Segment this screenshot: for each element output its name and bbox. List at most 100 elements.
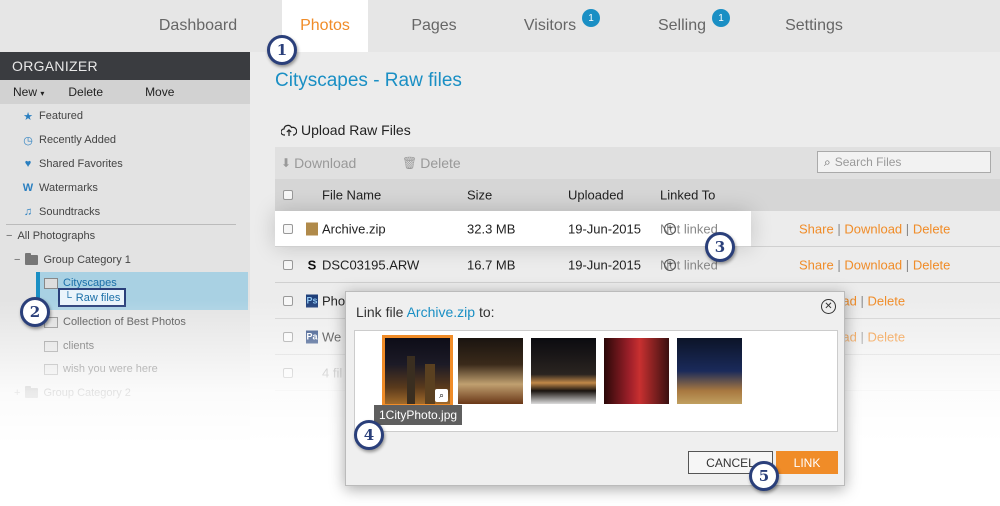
move-button[interactable]: Move bbox=[103, 85, 174, 99]
separator: | bbox=[837, 257, 841, 272]
sidebar-item-soundtracks[interactable]: ♫ Soundtracks bbox=[22, 206, 100, 218]
download-link[interactable]: Download bbox=[844, 221, 902, 236]
file-name[interactable]: Archive.zip bbox=[322, 221, 386, 236]
tree-item-wish-you-were-here[interactable]: wish you were here bbox=[44, 363, 158, 375]
trash-icon: 🗑 bbox=[402, 156, 418, 170]
music-icon: ♫ bbox=[23, 206, 33, 218]
separator: | bbox=[905, 221, 910, 236]
folder-icon bbox=[25, 386, 39, 398]
sidebar-item-shared-favorites[interactable]: ♥ Shared Favorites bbox=[22, 158, 123, 170]
sony-raw-icon: S bbox=[307, 257, 317, 272]
tree-item-raw-files[interactable]: └ Raw files bbox=[58, 288, 126, 307]
row-checkbox[interactable] bbox=[283, 367, 293, 378]
delete-button[interactable]: Delete bbox=[44, 85, 103, 99]
row-actions: Share | Download | Delete bbox=[799, 257, 950, 272]
file-size: 16.7 MB bbox=[467, 257, 516, 272]
table-row[interactable]: S DSC03195.ARW 16.7 MB 19-Jun-2015 Not l… bbox=[275, 247, 1000, 283]
file-size: 32.3 MB bbox=[467, 221, 516, 236]
tree-item-label: wish you were here bbox=[63, 363, 158, 375]
row-checkbox[interactable] bbox=[283, 259, 293, 270]
row-checkbox[interactable] bbox=[283, 331, 293, 342]
tree-item-label: clients bbox=[63, 340, 95, 352]
collapse-icon[interactable]: − bbox=[14, 254, 20, 266]
add-link-icon[interactable]: + bbox=[664, 222, 676, 235]
close-icon[interactable]: ✕ bbox=[821, 299, 836, 314]
photo-thumbnail[interactable] bbox=[458, 338, 523, 404]
row-actions: Share | Download | Delete bbox=[799, 221, 950, 236]
row-checkbox[interactable] bbox=[283, 295, 293, 306]
column-uploaded[interactable]: Uploaded bbox=[568, 188, 624, 203]
folder-icon bbox=[25, 253, 39, 265]
sidebar-item-label: Recently Added bbox=[39, 134, 117, 146]
link-button[interactable]: LINK bbox=[776, 451, 838, 474]
download-link[interactable]: Download bbox=[844, 257, 902, 272]
tab-visitors[interactable]: Visitors 1 bbox=[512, 0, 612, 52]
tree-item-clients[interactable]: clients bbox=[44, 340, 94, 352]
watermark-icon: W bbox=[22, 182, 34, 194]
tab-dashboard[interactable]: Dashboard bbox=[150, 0, 246, 52]
step-2-callout: 2 bbox=[20, 297, 50, 327]
tree-item-all-photographs[interactable]: − All Photographs bbox=[6, 230, 95, 242]
file-name[interactable]: We bbox=[322, 329, 341, 344]
tree-item-group-category-1[interactable]: − Group Category 1 bbox=[14, 253, 131, 266]
search-placeholder: Search Files bbox=[834, 155, 902, 169]
notification-badge: 1 bbox=[582, 9, 601, 27]
tab-pages[interactable]: Pages bbox=[400, 0, 468, 52]
delete-link[interactable]: Delete bbox=[913, 257, 951, 272]
file-name[interactable]: Pho bbox=[322, 293, 345, 308]
select-all-checkbox[interactable] bbox=[283, 190, 293, 200]
tab-selling[interactable]: Selling 1 bbox=[648, 0, 740, 52]
delete-link[interactable]: Delete bbox=[867, 293, 905, 308]
download-button[interactable]: ⬇ Download bbox=[281, 155, 356, 171]
delete-label: Delete bbox=[420, 155, 461, 171]
file-count: 4 fil bbox=[322, 365, 343, 380]
star-icon: ★ bbox=[23, 110, 33, 123]
step-1-callout: 1 bbox=[267, 35, 297, 65]
selected-photo-caption: 1CityPhoto.jpg bbox=[374, 405, 463, 425]
photo-thumbnail[interactable] bbox=[604, 338, 669, 404]
expand-icon[interactable]: + bbox=[14, 387, 20, 399]
zoom-icon[interactable]: ⌕ bbox=[435, 389, 448, 402]
tab-settings[interactable]: Settings bbox=[774, 0, 854, 52]
tree-item-group-category-2[interactable]: + Group Category 2 bbox=[14, 386, 131, 399]
collapse-icon[interactable]: − bbox=[6, 230, 12, 242]
table-row[interactable]: Archive.zip 32.3 MB 19-Jun-2015 Not link… bbox=[275, 211, 751, 247]
sidebar-item-recently-added[interactable]: ◷ Recently Added bbox=[22, 134, 117, 147]
upload-raw-files-button[interactable]: Upload Raw Files bbox=[281, 122, 411, 138]
search-files-input[interactable]: ⌕ Search Files bbox=[817, 151, 991, 173]
photo-thumbnail[interactable] bbox=[531, 338, 596, 404]
add-link-icon[interactable]: + bbox=[664, 258, 676, 271]
dialog-title: Link file Archive.zip to: bbox=[356, 304, 495, 320]
column-file-name[interactable]: File Name bbox=[322, 188, 381, 203]
new-menu-button[interactable]: New ▾ bbox=[0, 85, 44, 99]
share-link[interactable]: Share bbox=[799, 257, 834, 272]
photo-thumbnail[interactable] bbox=[677, 338, 742, 404]
sidebar-divider bbox=[6, 224, 236, 225]
photo-thumbnail[interactable]: ⌕ bbox=[382, 335, 453, 407]
delete-link[interactable]: Delete bbox=[913, 221, 951, 236]
photoshop-file-icon: Ps bbox=[306, 294, 318, 307]
organizer-sidebar: ORGANIZER New ▾ Delete Move ★ Featured ◷ R… bbox=[0, 52, 250, 506]
tab-label: Selling bbox=[657, 17, 707, 34]
dialog-title-suffix: to: bbox=[475, 304, 495, 320]
sidebar-item-label: Watermarks bbox=[39, 182, 98, 194]
tab-label: Visitors bbox=[523, 17, 577, 34]
building-shape bbox=[407, 356, 415, 404]
separator: | bbox=[860, 293, 864, 308]
file-name[interactable]: DSC03195.ARW bbox=[322, 257, 419, 272]
column-linked-to[interactable]: Linked To bbox=[660, 188, 715, 203]
tree-item-label: Group Category 1 bbox=[43, 254, 131, 266]
document-file-icon: Pa bbox=[306, 330, 318, 343]
delete-files-button[interactable]: 🗑 Delete bbox=[402, 155, 461, 171]
sidebar-item-featured[interactable]: ★ Featured bbox=[22, 110, 83, 123]
tab-label: Pages bbox=[411, 17, 457, 34]
tree-item-collection-best[interactable]: Collection of Best Photos bbox=[44, 316, 186, 328]
share-link[interactable]: Share bbox=[799, 221, 834, 236]
column-size[interactable]: Size bbox=[467, 188, 492, 203]
upload-label: Upload Raw Files bbox=[301, 122, 411, 138]
delete-link[interactable]: Delete bbox=[867, 329, 905, 344]
tab-label: Dashboard bbox=[158, 17, 238, 34]
sidebar-item-watermarks[interactable]: W Watermarks bbox=[22, 182, 98, 194]
row-checkbox[interactable] bbox=[283, 223, 293, 234]
sidebar-item-label: Shared Favorites bbox=[39, 158, 123, 170]
